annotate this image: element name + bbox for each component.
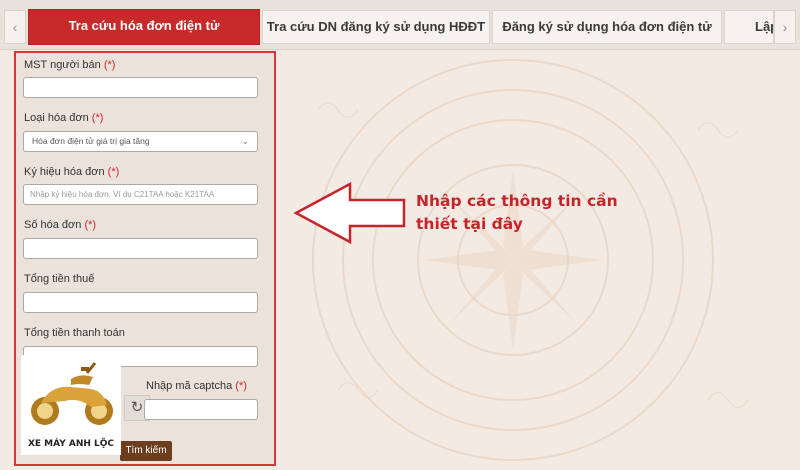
chevron-down-icon: ⌄: [241, 136, 249, 146]
invoice-type-value: Hóa đơn điện tử giá trị gia tăng: [32, 136, 150, 146]
symbol-input[interactable]: [23, 184, 258, 205]
invoice-type-select[interactable]: Hóa đơn điện tử giá trị gia tăng ⌄: [23, 131, 258, 152]
invoice-number-label: Số hóa đơn (*): [24, 219, 97, 231]
motorbike-icon: [31, 362, 113, 425]
tax-total-label: Tổng tiền thuế: [24, 273, 95, 285]
required-mark: (*): [103, 59, 116, 71]
tab-create[interactable]: Lập: [724, 10, 774, 44]
payment-total-label: Tổng tiền thanh toán: [24, 327, 125, 339]
invoice-number-input[interactable]: [23, 238, 258, 259]
left-arrow-icon: [293, 181, 406, 245]
captcha-label: Nhập mã captcha (*): [146, 380, 247, 392]
symbol-label: Ký hiệu hóa đơn (*): [24, 166, 120, 178]
tab-invoice-lookup[interactable]: Tra cứu hóa đơn điện tử: [28, 9, 260, 45]
logo-text: XE MÁY ANH LỘC: [27, 439, 115, 449]
mst-input[interactable]: [23, 77, 258, 98]
required-mark: (*): [235, 380, 247, 392]
captcha-input[interactable]: [144, 399, 258, 420]
chevron-right-icon[interactable]: ›: [774, 10, 796, 44]
bronze-drum-background: [312, 59, 749, 461]
required-mark: (*): [91, 112, 104, 124]
required-mark: (*): [84, 219, 97, 231]
invoice-type-label: Loại hóa đơn (*): [24, 112, 104, 124]
tax-total-input[interactable]: [23, 292, 258, 313]
chevron-left-icon[interactable]: ‹: [4, 10, 26, 44]
required-mark: (*): [107, 166, 120, 178]
tab-bar: ‹ Tra cứu hóa đơn điện tử Tra cứu DN đăn…: [0, 0, 800, 50]
tab-business-registration-lookup[interactable]: Tra cứu DN đăng ký sử dụng HĐĐT: [262, 10, 490, 44]
tab-register-e-invoice[interactable]: Đăng ký sử dụng hóa đơn điện tử: [492, 10, 722, 44]
search-button[interactable]: Tìm kiếm: [120, 441, 172, 461]
xe-may-anh-loc-logo: XE MÁY ANH LỘC: [21, 355, 121, 455]
annotation-line-2: thiết tại đây: [416, 215, 523, 233]
annotation-line-1: Nhập các thông tin cần: [416, 192, 618, 210]
annotation-text: Nhập các thông tin cần thiết tại đây: [416, 190, 646, 236]
mst-label: MST người bán (*): [24, 59, 116, 71]
